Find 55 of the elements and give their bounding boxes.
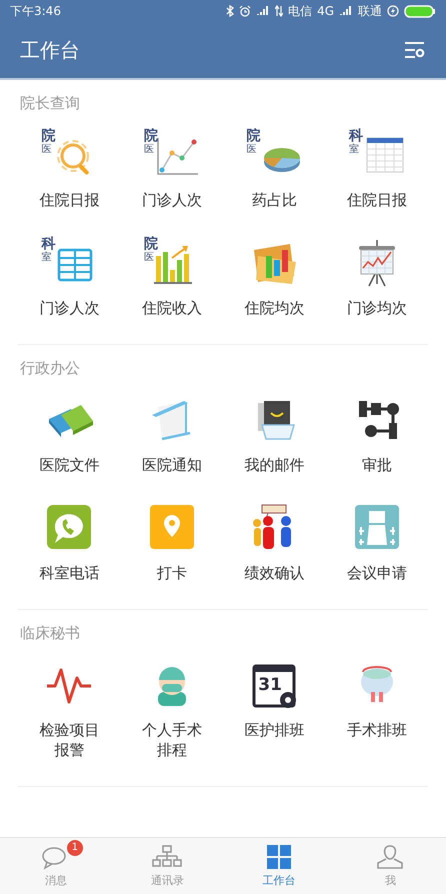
icon-caption: 医 xyxy=(246,144,256,156)
shortcut-label[interactable]: 我的邮件 xyxy=(244,455,304,475)
network-type: 4G xyxy=(317,4,334,18)
signal-icon xyxy=(339,6,353,16)
user-icon xyxy=(376,844,404,870)
section-title: 行政办公 xyxy=(19,358,81,379)
shortcut-label[interactable]: 医护排班 xyxy=(244,720,304,740)
shortcut-label[interactable]: 住院均次 xyxy=(244,298,304,318)
charging-icon xyxy=(387,5,399,17)
shortcut-label[interactable]: 门诊人次 xyxy=(142,190,202,210)
battery-icon xyxy=(404,4,436,18)
tab-item[interactable]: 1 消息 xyxy=(0,838,112,894)
section-title: 院长查询 xyxy=(19,93,81,114)
icon-caption: 医 xyxy=(41,144,52,156)
carrier-name: 联通 xyxy=(358,2,382,20)
grid-icon xyxy=(266,844,292,870)
shortcut-label[interactable]: 医院文件 xyxy=(39,455,100,475)
unread-badge: 1 xyxy=(66,840,83,856)
shortcut-label[interactable]: 会议申请 xyxy=(346,563,407,583)
shortcut-label[interactable]: 手术排班 xyxy=(346,720,407,740)
icon-caption: 院 xyxy=(246,128,260,144)
shortcut-label[interactable]: 住院日报 xyxy=(346,190,407,210)
shortcut-label[interactable]: 绩效确认 xyxy=(244,563,304,583)
icon-caption: 室 xyxy=(348,144,359,156)
icon-caption: 室 xyxy=(41,252,52,264)
icon-caption: 院 xyxy=(41,128,56,144)
tab-item[interactable]: 工作台 xyxy=(223,838,334,894)
shortcut-label[interactable]: 检验项目报警 xyxy=(37,720,102,760)
org-chart-icon xyxy=(152,844,182,870)
section-title: 临床秘书 xyxy=(19,623,81,644)
icon-caption: 科 xyxy=(348,128,363,144)
shortcut-label[interactable]: 门诊均次 xyxy=(346,298,407,318)
shortcut-label[interactable]: 住院收入 xyxy=(142,298,202,318)
carrier-name: 电信 xyxy=(288,2,312,20)
shortcut-label[interactable]: 住院日报 xyxy=(39,190,100,210)
shortcut-label[interactable]: 药占比 xyxy=(252,190,297,210)
shortcut-label[interactable]: 审批 xyxy=(362,455,392,475)
status-time: 下午3:46 xyxy=(10,2,61,20)
shortcut-label[interactable]: 个人手术排程 xyxy=(140,720,204,760)
signal-icon xyxy=(256,6,270,16)
data-transfer-icon xyxy=(275,5,284,17)
shortcut-label[interactable]: 门诊人次 xyxy=(39,298,100,318)
icon-caption: 医 xyxy=(144,144,154,156)
alarm-icon xyxy=(239,5,252,17)
icon-caption: 院 xyxy=(144,236,158,252)
bluetooth-icon xyxy=(226,5,234,17)
shortcut-label[interactable]: 打卡 xyxy=(156,563,187,583)
settings-icon[interactable] xyxy=(404,41,426,59)
icon-caption: 院 xyxy=(144,128,158,144)
icon-caption: 科 xyxy=(41,236,56,252)
icon-caption: 医 xyxy=(144,252,154,264)
calendar-date: 31 xyxy=(258,675,282,695)
page-title: 工作台 xyxy=(20,36,80,64)
shortcut-label[interactable]: 科室电话 xyxy=(39,563,100,583)
shortcut-label[interactable]: 医院通知 xyxy=(142,455,202,475)
